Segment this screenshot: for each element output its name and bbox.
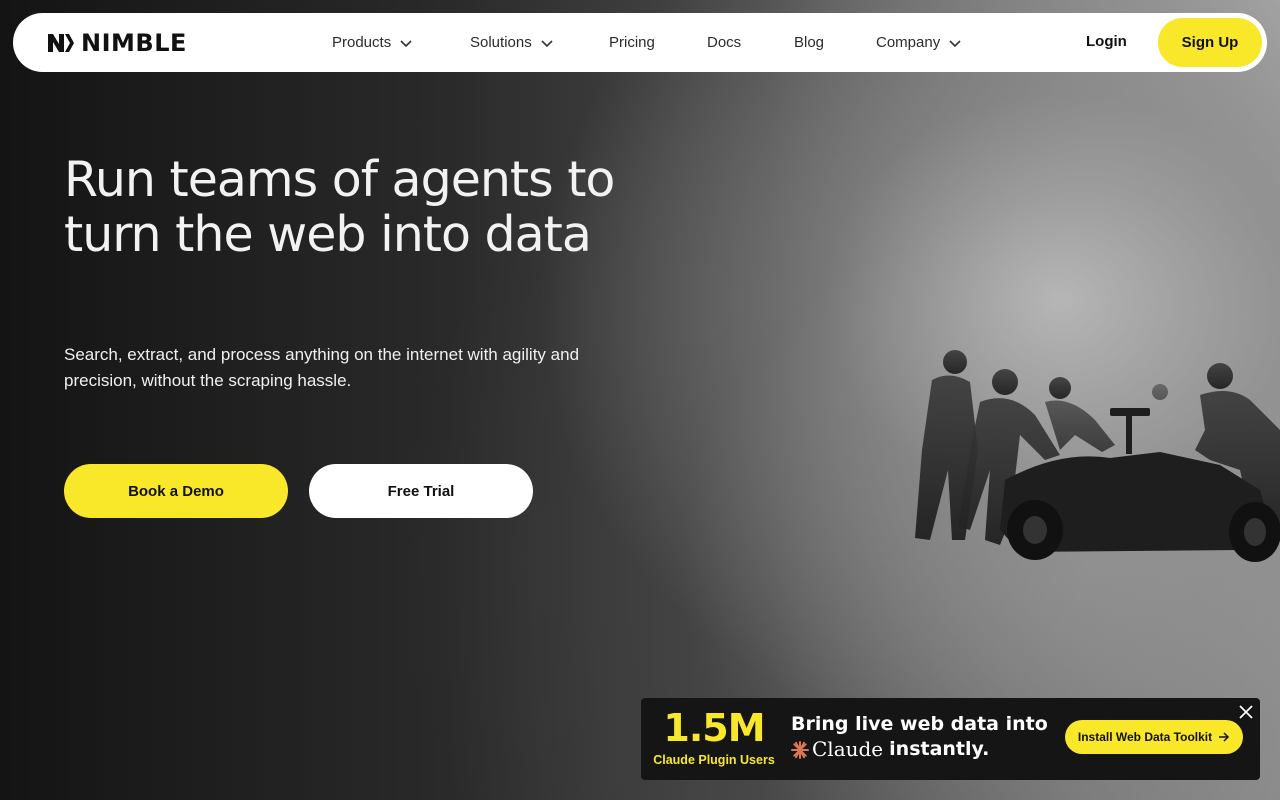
brand-name: NIMBLE [81, 29, 187, 57]
promo-stat-label: Claude Plugin Users [653, 753, 775, 767]
promo-headline-tail: instantly. [889, 738, 990, 760]
hero-title: Run teams of agents to turn the web into… [64, 151, 615, 263]
nav-item-products[interactable]: Products [332, 34, 470, 51]
arrow-right-icon [1219, 732, 1230, 742]
nav-item-company[interactable]: Company [876, 34, 976, 51]
promo-headline-line1: Bring live web data into [791, 713, 1048, 735]
nav-item-label: Blog [794, 34, 825, 51]
signup-button[interactable]: Sign Up [1158, 18, 1262, 67]
nav-item-solutions[interactable]: Solutions [470, 34, 609, 51]
claude-icon [791, 740, 809, 759]
promo-stat-value: 1.5M [663, 706, 765, 750]
top-navbar: NIMBLE Products Solutions Pricing Docs B… [13, 13, 1267, 72]
claude-brand: Claude [791, 737, 883, 762]
nav-links: Products Solutions Pricing Docs Blog Com… [332, 13, 976, 72]
pit-crew-photo [915, 350, 1280, 562]
book-demo-button[interactable]: Book a Demo [64, 464, 288, 518]
claude-word: Claude [812, 737, 884, 761]
install-toolkit-label: Install Web Data Toolkit [1077, 730, 1213, 744]
nav-item-label: Solutions [470, 34, 532, 51]
chevron-down-icon [400, 39, 412, 47]
install-toolkit-button[interactable]: Install Web Data Toolkit [1065, 720, 1243, 754]
nimble-logo-icon [48, 34, 74, 52]
login-link[interactable]: Login [1086, 33, 1127, 50]
chevron-down-icon [541, 39, 553, 47]
nav-item-docs[interactable]: Docs [707, 34, 794, 51]
promo-headline: Bring live web data into Claude instantl… [791, 712, 1051, 762]
promo-headline-line2: Claude instantly. [791, 737, 1051, 762]
nav-item-label: Docs [707, 34, 742, 51]
close-icon[interactable] [1237, 703, 1255, 721]
nav-item-blog[interactable]: Blog [794, 34, 876, 51]
free-trial-button[interactable]: Free Trial [309, 464, 533, 518]
brand-logo[interactable]: NIMBLE [47, 30, 187, 56]
nav-item-label: Company [876, 34, 941, 51]
chevron-down-icon [949, 39, 961, 47]
nav-item-label: Pricing [609, 34, 655, 51]
nav-item-pricing[interactable]: Pricing [609, 34, 707, 51]
promo-banner: 1.5M Claude Plugin Users Bring live web … [641, 698, 1260, 780]
nav-item-label: Products [332, 34, 392, 51]
hero-subtitle: Search, extract, and process anything on… [64, 345, 580, 390]
